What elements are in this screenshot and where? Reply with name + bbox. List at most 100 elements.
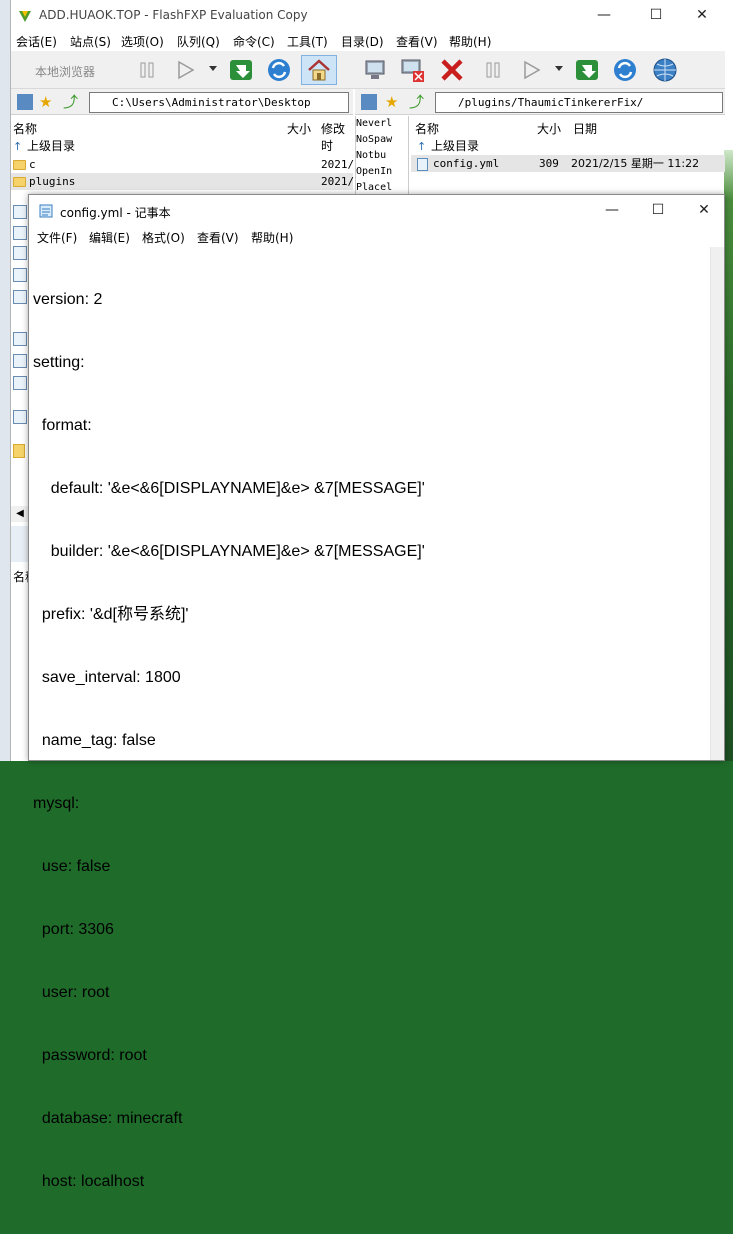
scroll-left-icon[interactable]: ◀ [11, 506, 29, 522]
menu-directory[interactable]: 目录(D) [341, 33, 384, 50]
background-window-right [724, 0, 733, 761]
remote-path-input[interactable]: /plugins/ThaumicTinkererFix/ [435, 92, 723, 113]
log-line: OpenIn [356, 166, 393, 177]
abort-icon[interactable] [436, 55, 468, 85]
list-item[interactable]: ↑ 上级目录 [11, 138, 353, 155]
folder-icon [13, 173, 26, 190]
play-icon[interactable] [169, 55, 201, 85]
local-col-name[interactable]: 名称 [13, 120, 37, 137]
maximize-button[interactable]: ☐ [633, 0, 679, 31]
notepad-vertical-scrollbar[interactable] [710, 247, 724, 760]
notepad-text-area[interactable]: version: 2 setting: format: default: '&e… [33, 247, 713, 1190]
menu-view[interactable]: 查看(V) [396, 33, 438, 50]
folder-icon [13, 444, 25, 458]
text-line: version: 2 [33, 291, 103, 308]
text-line: port: 3306 [33, 921, 114, 938]
text-line: save_interval: 1800 [33, 669, 181, 686]
log-line: Neverl [356, 118, 393, 129]
status-log: Neverl NoSpaw Notbu OpenIn Placel [355, 116, 409, 196]
list-item[interactable]: plugins 2021/ [11, 173, 354, 190]
remote-favorite-star-icon[interactable]: ★ [385, 94, 401, 110]
text-line: builder: '&e<&6[DISPLAYNAME]&e> &7[MESSA… [33, 543, 425, 560]
flashfxp-title: ADD.HUAOK.TOP - FlashFXP Evaluation Copy [39, 8, 308, 22]
menu-tools[interactable]: 工具(T) [287, 33, 328, 50]
local-queue-panel [11, 526, 29, 562]
menu-view[interactable]: 查看(V) [197, 229, 239, 246]
remote-sites-icon[interactable] [361, 94, 377, 110]
text-line: prefix: '&d[称号系统]' [33, 606, 189, 623]
text-line: default: '&e<&6[DISPLAYNAME]&e> &7[MESSA… [33, 480, 425, 497]
local-file-icon [13, 410, 27, 424]
background-window-left [0, 0, 10, 761]
notepad-titlebar: config.yml - 记事本 — ☐ ✕ [29, 195, 724, 227]
parent-dir-icon: ↑ [13, 140, 23, 153]
file-icon [417, 155, 428, 172]
flashfxp-toolbar: 本地浏览器 [11, 51, 725, 89]
menu-options[interactable]: 选项(O) [121, 33, 164, 50]
notepad-maximize-button[interactable]: ☐ [635, 195, 681, 226]
menu-commands[interactable]: 命令(C) [233, 33, 275, 50]
remote-up-arrow-icon[interactable]: ⤴ [409, 94, 425, 110]
remote-transfer-icon[interactable] [571, 55, 603, 85]
refresh-icon[interactable] [263, 55, 295, 85]
notepad-menubar: 文件(F) 编辑(E) 格式(O) 查看(V) 帮助(H) [29, 227, 724, 247]
text-line: host: localhost [33, 1173, 145, 1190]
text-line: format: [33, 417, 92, 434]
home-icon[interactable] [301, 55, 337, 85]
connect-icon[interactable] [359, 55, 391, 85]
text-line: name_tag: false [33, 732, 156, 749]
remote-col-date[interactable]: 日期 [573, 120, 597, 137]
pause-icon[interactable] [131, 55, 163, 85]
remote-play-dropdown-icon[interactable] [555, 66, 563, 71]
remote-pathbar: ★ ⤴ /plugins/ThaumicTinkererFix/ [355, 89, 725, 115]
remote-col-size[interactable]: 大小 [537, 120, 561, 137]
menu-file[interactable]: 文件(F) [37, 229, 77, 246]
remote-col-name[interactable]: 名称 [415, 120, 439, 137]
list-item[interactable]: c 2021/ [11, 156, 354, 173]
menu-help[interactable]: 帮助(H) [449, 33, 491, 50]
notepad-title: config.yml - 记事本 [60, 206, 171, 220]
folder-icon [13, 156, 26, 173]
remote-column-header: 名称 大小 日期 [411, 116, 725, 140]
list-item[interactable]: config.yml 309 2021/2/15 星期一 11:22 [411, 155, 725, 172]
play-dropdown-icon[interactable] [209, 66, 217, 71]
local-file-icon [13, 354, 27, 368]
flashfxp-titlebar: ADD.HUAOK.TOP - FlashFXP Evaluation Copy… [11, 0, 725, 31]
local-browser-label[interactable]: 本地浏览器 [35, 63, 95, 80]
local-file-icon [13, 226, 27, 240]
disconnect-icon[interactable] [397, 55, 429, 85]
parent-dir-icon: ↑ [417, 140, 427, 153]
remote-pause-icon[interactable] [477, 55, 509, 85]
local-path-input[interactable]: C:\Users\Administrator\Desktop [89, 92, 349, 113]
text-line: user: root [33, 984, 110, 1001]
local-file-icon [13, 376, 27, 390]
menu-format[interactable]: 格式(O) [142, 229, 185, 246]
notepad-window: config.yml - 记事本 — ☐ ✕ 文件(F) 编辑(E) 格式(O)… [28, 194, 725, 1190]
notepad-close-button[interactable]: ✕ [681, 195, 727, 226]
list-item[interactable]: ↑ 上级目录 [411, 138, 725, 155]
remote-play-icon[interactable] [515, 55, 547, 85]
menu-session[interactable]: 会话(E) [16, 33, 57, 50]
refresh-transfer-icon[interactable] [225, 55, 257, 85]
globe-icon[interactable] [649, 55, 681, 85]
menu-edit[interactable]: 编辑(E) [89, 229, 130, 246]
local-file-icon [13, 268, 27, 282]
menu-help[interactable]: 帮助(H) [251, 229, 293, 246]
menu-queue[interactable]: 队列(Q) [177, 33, 220, 50]
text-line: mysql: [33, 795, 80, 812]
remote-refresh-icon[interactable] [609, 55, 641, 85]
local-file-icon [13, 332, 27, 346]
local-favorite-star-icon[interactable]: ★ [39, 94, 55, 110]
local-pathbar: ★ ⤴ C:\Users\Administrator\Desktop [11, 89, 353, 115]
flashfxp-app-icon [19, 11, 31, 22]
notepad-minimize-button[interactable]: — [589, 195, 635, 226]
flashfxp-menubar: 会话(E) 站点(S) 选项(O) 队列(Q) 命令(C) 工具(T) 目录(D… [11, 31, 725, 51]
close-button[interactable]: ✕ [679, 0, 725, 31]
local-col-size[interactable]: 大小 [287, 120, 311, 137]
minimize-button[interactable]: — [581, 0, 627, 31]
text-line: use: false [33, 858, 111, 875]
menu-sites[interactable]: 站点(S) [70, 33, 111, 50]
local-sites-icon[interactable] [17, 94, 33, 110]
text-line: setting: [33, 354, 85, 371]
local-up-arrow-icon[interactable]: ⤴ [63, 94, 79, 110]
